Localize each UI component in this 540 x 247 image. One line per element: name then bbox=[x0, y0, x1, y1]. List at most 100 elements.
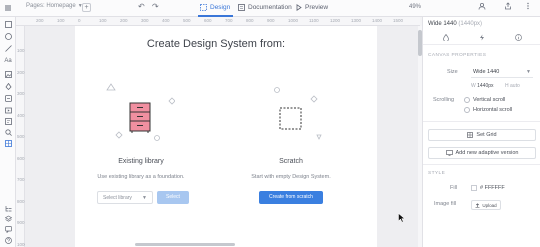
vertical-scroll-radio[interactable] bbox=[464, 97, 470, 103]
ruler-tick-label: 200 bbox=[120, 18, 128, 23]
properties-panel: Wide 1440 (1440px) CANVAS PROPERTIES Siz… bbox=[422, 17, 540, 247]
play-icon bbox=[296, 4, 302, 11]
help-icon[interactable] bbox=[4, 236, 12, 244]
library-illustration bbox=[106, 83, 175, 141]
comments-icon[interactable] bbox=[4, 225, 12, 233]
tab-design[interactable]: Design bbox=[200, 4, 230, 11]
page-selector[interactable]: Pages: Homepage ▼ bbox=[26, 3, 83, 9]
library-select[interactable]: Select library ▼ bbox=[97, 191, 153, 204]
grid-icon bbox=[467, 132, 474, 138]
ruler-tick-label: 700 bbox=[225, 18, 233, 23]
scratch-title: Scratch bbox=[279, 158, 303, 165]
text-tool-icon[interactable]: Aa bbox=[4, 57, 12, 65]
existing-library-description: Use existing library as a foundation. bbox=[97, 174, 185, 180]
width-value: 1440px bbox=[477, 83, 494, 89]
ruler-tick-label: 300 bbox=[17, 91, 25, 96]
library-select-placeholder: Select library bbox=[103, 194, 132, 201]
height-label: H bbox=[505, 83, 509, 89]
export-icon[interactable] bbox=[504, 2, 512, 12]
ruler-tick-label: 1300 bbox=[351, 18, 362, 23]
fill-field[interactable]: # FFFFFF bbox=[471, 185, 505, 191]
image-fill-label: Image fill bbox=[434, 201, 457, 207]
undo-icon[interactable]: ↶ bbox=[138, 2, 145, 11]
ruler-tick-label: 500 bbox=[183, 18, 191, 23]
tool-sidebar: Aa bbox=[0, 17, 16, 247]
set-grid-label: Set Grid bbox=[476, 132, 497, 138]
scratch-illustration bbox=[274, 87, 322, 140]
scrolling-label: Scrolling bbox=[433, 97, 455, 103]
ruler-tick-label: 700 bbox=[17, 177, 25, 182]
more-menu-icon[interactable] bbox=[524, 2, 532, 12]
ruler-tick-label: 300 bbox=[141, 18, 149, 23]
user-icon[interactable] bbox=[478, 2, 486, 12]
diamond-shape bbox=[115, 131, 123, 139]
horizontal-scroll-radio[interactable] bbox=[464, 107, 470, 113]
vertical-scroll-option[interactable]: Vertical scroll bbox=[464, 97, 505, 103]
artboard[interactable]: Create Design System from: Existing libr… bbox=[75, 26, 377, 247]
scratch-description: Start with empty Design System. bbox=[251, 174, 331, 180]
create-from-scratch-button[interactable]: Create from scratch bbox=[259, 191, 323, 204]
page-selector-label: Pages: Homepage bbox=[26, 3, 76, 9]
style-heading: STYLE bbox=[428, 171, 446, 176]
vertical-scroll-label: Vertical scroll bbox=[473, 97, 506, 103]
horizontal-scrollbar[interactable] bbox=[135, 243, 235, 246]
fill-color-swatch[interactable] bbox=[471, 185, 477, 191]
ruler-tick-label: 1400 bbox=[372, 18, 383, 23]
line-tool-icon[interactable] bbox=[4, 44, 12, 52]
chevron-down-icon: ▼ bbox=[526, 69, 531, 75]
style-tab-icon[interactable] bbox=[431, 33, 461, 43]
canvas-properties-heading: CANVAS PROPERTIES bbox=[428, 53, 487, 58]
ruler-tick-label: 900 bbox=[17, 220, 25, 225]
top-bar: Pages: Homepage ▼ + ↶ ↷ Design Documenta… bbox=[0, 0, 540, 17]
add-page-button[interactable]: + bbox=[82, 3, 91, 12]
size-select[interactable]: Wide 1440 ▼ bbox=[471, 67, 533, 78]
empty-frame-icon bbox=[279, 107, 302, 130]
ruler-tick-label: 1000 bbox=[288, 18, 299, 23]
tab-documentation-label: Documentation bbox=[248, 4, 292, 11]
info-tab-icon[interactable] bbox=[503, 34, 533, 43]
interaction-tab-icon[interactable] bbox=[467, 34, 497, 43]
layers-icon[interactable] bbox=[4, 214, 12, 222]
select-library-button[interactable]: Select bbox=[157, 191, 189, 204]
mouse-cursor-icon bbox=[398, 213, 405, 223]
hamburger-menu-icon[interactable] bbox=[4, 4, 12, 12]
redo-icon[interactable]: ↷ bbox=[152, 2, 159, 11]
fill-label: Fill bbox=[450, 185, 458, 191]
fill-value: # FFFFFF bbox=[480, 185, 505, 191]
ruler-tick-label: 400 bbox=[17, 112, 25, 118]
ruler-tick-label: 400 bbox=[162, 18, 170, 23]
tab-documentation[interactable]: Documentation bbox=[238, 4, 292, 11]
ellipse-tool-icon[interactable] bbox=[4, 32, 12, 40]
embed-tool-icon[interactable] bbox=[4, 117, 12, 125]
video-tool-icon[interactable] bbox=[4, 106, 12, 114]
ruler-tick-label: 100 bbox=[17, 48, 25, 53]
horizontal-ruler: 200 100 0 100 200 300 400 500 600 700 800 900 1000 11… bbox=[16, 17, 420, 26]
tree-view-icon[interactable] bbox=[4, 204, 12, 212]
existing-library-title: Existing library bbox=[118, 158, 164, 165]
add-adaptive-version-button[interactable]: Add new adaptive version bbox=[428, 147, 536, 159]
ruler-tick-label: 600 bbox=[204, 18, 212, 23]
circle-shape bbox=[154, 135, 160, 141]
ruler-tick-label: 600 bbox=[17, 155, 25, 161]
horizontal-scroll-option[interactable]: Horizontal scroll bbox=[464, 107, 512, 113]
ruler-tick-label: 200 bbox=[36, 18, 44, 23]
pen-tool-icon[interactable] bbox=[4, 82, 12, 90]
set-grid-button[interactable]: Set Grid bbox=[428, 129, 536, 141]
image-tool-icon[interactable] bbox=[4, 70, 12, 78]
search-icon[interactable] bbox=[4, 128, 12, 136]
triangle-shape bbox=[316, 134, 322, 140]
upload-button[interactable]: Upload bbox=[471, 200, 501, 210]
zoom-level[interactable]: 49% bbox=[409, 4, 421, 10]
height-field[interactable]: H auto bbox=[505, 83, 520, 89]
ruler-tick-label: 1500 bbox=[393, 18, 404, 23]
monitor-icon bbox=[445, 150, 453, 156]
chevron-down-icon: ▼ bbox=[142, 194, 147, 201]
upload-label: Upload bbox=[482, 202, 497, 208]
width-field[interactable]: W 1440px bbox=[471, 83, 494, 89]
rectangle-tool-icon[interactable] bbox=[4, 20, 12, 28]
diamond-shape bbox=[168, 97, 175, 105]
component-tool-icon[interactable] bbox=[4, 94, 12, 102]
drawer-cabinet-icon bbox=[129, 102, 151, 133]
design-system-icon[interactable] bbox=[4, 139, 12, 147]
tab-preview[interactable]: Preview bbox=[296, 4, 328, 11]
